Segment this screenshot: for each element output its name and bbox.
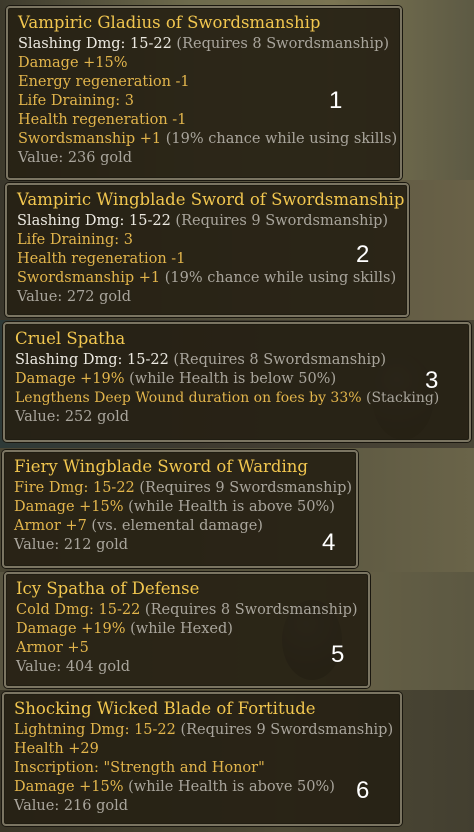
tooltip-number-label: 4: [322, 529, 336, 556]
stat-line: Life Draining: 3: [17, 231, 399, 250]
tooltip-number-label: 3: [425, 367, 439, 394]
stat-line: Slashing Dmg: 15-22 (Requires 9 Swordsma…: [17, 212, 399, 231]
stat-text: Inscription: "Strength and Honor": [14, 760, 265, 776]
stat-line: Slashing Dmg: 15-22 (Requires 8 Swordsma…: [18, 35, 392, 54]
stat-note: (Requires 8 Swordsmanship): [140, 602, 358, 618]
item-value: Value: 404 gold: [16, 658, 360, 677]
stat-text: Damage +15%: [14, 779, 124, 795]
tooltip-number-label: 6: [356, 777, 370, 804]
stat-line: Damage +19% (while Health is below 50%): [15, 370, 461, 389]
value-text: Value: 272 gold: [17, 289, 132, 305]
stat-text: Armor +5: [16, 640, 89, 656]
stat-text: Slashing Dmg: 15-22: [17, 213, 171, 229]
stat-line: Inscription: "Strength and Honor": [14, 759, 392, 778]
stat-note: (Requires 9 Swordsmanship): [175, 722, 394, 738]
stat-text: Damage +15%: [18, 55, 128, 71]
stat-line: Damage +15%: [18, 54, 392, 73]
stat-text: Life Draining: 3: [17, 232, 133, 248]
stat-text: Fire Dmg: 15-22: [14, 480, 135, 496]
stat-line: Armor +7 (vs. elemental damage): [14, 517, 348, 536]
value-text: Value: 404 gold: [16, 659, 131, 675]
stat-note: (Requires 9 Swordsmanship): [170, 213, 389, 229]
stat-note: (while Health is above 50%): [123, 779, 335, 795]
item-name: Cruel Spatha: [15, 329, 126, 348]
stat-text: Lengthens Deep Wound duration on foes by…: [15, 390, 362, 406]
value-text: Value: 216 gold: [14, 798, 129, 814]
stat-line: Armor +5: [16, 639, 360, 658]
item-tooltip-2: Vampiric Wingblade Sword of Swordsmanshi…: [5, 183, 409, 317]
item-value: Value: 212 gold: [14, 536, 348, 555]
stat-line: Cold Dmg: 15-22 (Requires 8 Swordsmanshi…: [16, 601, 360, 620]
item-tooltip-1: Vampiric Gladius of Swordsmanship Slashi…: [6, 6, 402, 180]
value-text: Value: 236 gold: [18, 150, 133, 166]
stat-text: Health regeneration -1: [17, 251, 186, 267]
value-text: Value: 212 gold: [14, 537, 129, 553]
stat-text: Health +29: [14, 741, 99, 757]
stat-line: Swordsmanship +1 (19% chance while using…: [17, 269, 399, 288]
stat-line: Damage +15% (while Health is above 50%): [14, 498, 348, 517]
stat-note: (Requires 8 Swordsmanship): [171, 36, 390, 52]
stat-line: Fire Dmg: 15-22 (Requires 9 Swordsmanshi…: [14, 479, 352, 498]
item-value: Value: 252 gold: [15, 408, 461, 427]
stat-text: Swordsmanship +1: [17, 270, 161, 286]
item-tooltip-3: Cruel Spatha Slashing Dmg: 15-22 (Requir…: [3, 322, 471, 442]
stat-line: Health +29: [14, 740, 392, 759]
stat-note: (vs. elemental damage): [86, 518, 263, 534]
stat-text: Damage +19%: [15, 371, 125, 387]
stat-note: (while Health is above 50%): [123, 499, 335, 515]
stat-text: Energy regeneration -1: [18, 74, 190, 90]
stat-note: (while Hexed): [125, 621, 233, 637]
stat-note: (19% chance while using skills): [160, 270, 397, 286]
stat-line: Lightning Dmg: 15-22 (Requires 9 Swordsm…: [14, 721, 394, 740]
stat-text: Lightning Dmg: 15-22: [14, 722, 176, 738]
item-name: Vampiric Wingblade Sword of Swordsmanshi…: [17, 190, 405, 209]
stat-text: Slashing Dmg: 15-22: [18, 36, 172, 52]
stat-text: Life Draining: 3: [18, 93, 134, 109]
stat-text: Armor +7: [14, 518, 87, 534]
stat-text: Slashing Dmg: 15-22: [15, 352, 169, 368]
item-name: Shocking Wicked Blade of Fortitude: [14, 699, 316, 718]
stat-text: Health regeneration -1: [18, 112, 187, 128]
stat-text: Cold Dmg: 15-22: [16, 602, 141, 618]
stat-note: (19% chance while using skills): [161, 131, 398, 147]
stat-text: Swordsmanship +1: [18, 131, 162, 147]
item-name: Vampiric Gladius of Swordsmanship: [18, 13, 321, 32]
stat-note: (Requires 9 Swordsmanship): [134, 480, 353, 496]
stat-text: Damage +15%: [14, 499, 124, 515]
tooltip-number-label: 1: [329, 87, 343, 114]
stat-line: Slashing Dmg: 15-22 (Requires 8 Swordsma…: [15, 351, 461, 370]
item-tooltip-6: Shocking Wicked Blade of Fortitude Light…: [2, 692, 402, 826]
item-name: Icy Spatha of Defense: [16, 579, 200, 598]
stat-line: Lengthens Deep Wound duration on foes by…: [15, 389, 461, 408]
stat-line: Swordsmanship +1 (19% chance while using…: [18, 130, 397, 149]
stat-line: Health regeneration -1: [17, 250, 399, 269]
value-text: Value: 252 gold: [15, 409, 130, 425]
stat-line: Damage +19% (while Hexed): [16, 620, 360, 639]
stat-line: Damage +15% (while Health is above 50%): [14, 778, 392, 797]
item-value: Value: 216 gold: [14, 797, 392, 816]
item-value: Value: 272 gold: [17, 288, 399, 307]
item-name: Fiery Wingblade Sword of Warding: [14, 457, 308, 476]
stat-note: (while Health is below 50%): [124, 371, 337, 387]
tooltip-number-label: 5: [331, 641, 345, 668]
stat-note: (Requires 8 Swordsmanship): [168, 352, 387, 368]
item-tooltip-5: Icy Spatha of Defense Cold Dmg: 15-22 (R…: [4, 572, 370, 688]
item-tooltip-4: Fiery Wingblade Sword of Warding Fire Dm…: [2, 450, 358, 568]
item-value: Value: 236 gold: [18, 149, 392, 168]
tooltip-number-label: 2: [356, 241, 370, 268]
stat-text: Damage +19%: [16, 621, 126, 637]
